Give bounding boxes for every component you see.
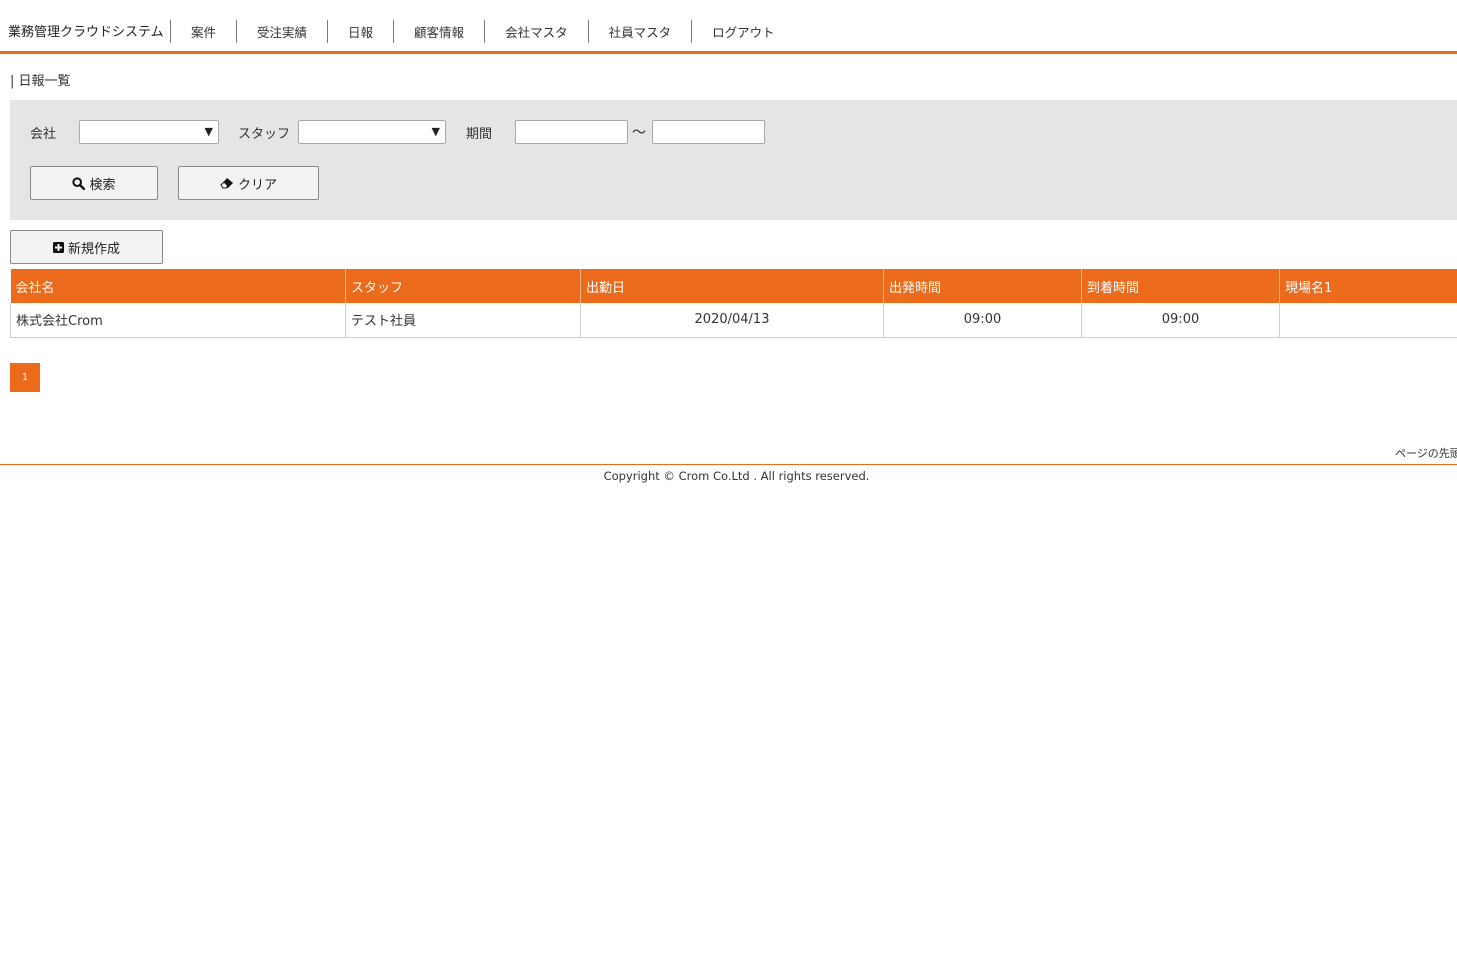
dropdown-arrow-icon: ▼ xyxy=(431,125,440,138)
nav-item-employee-master[interactable]: 社員マスタ xyxy=(587,20,692,43)
col-header-company[interactable]: 会社名 xyxy=(10,269,346,303)
col-header-departure[interactable]: 出発時間 xyxy=(883,269,1082,303)
nav-item-projects[interactable]: 案件 xyxy=(170,20,236,43)
pagination-page-1[interactable]: 1 xyxy=(10,363,40,392)
staff-label: スタッフ xyxy=(238,127,291,142)
cell-company: 株式会社Crom xyxy=(10,303,346,338)
cell-site-name xyxy=(1279,303,1457,338)
nav-item-company-master[interactable]: 会社マスタ xyxy=(484,20,588,43)
col-header-work-date[interactable]: 出勤日 xyxy=(580,269,884,303)
new-create-label: 新規作成 xyxy=(67,241,120,257)
dropdown-arrow-icon: ▼ xyxy=(204,125,213,138)
company-label: 会社 xyxy=(30,127,57,142)
company-select[interactable]: ▼ xyxy=(79,120,219,144)
plus-square-icon xyxy=(52,241,64,253)
nav-item-orders[interactable]: 受注実績 xyxy=(236,20,327,43)
clear-button-label: クリア xyxy=(237,177,277,193)
period-separator: ～ xyxy=(632,125,646,141)
table-header-row: 会社名 スタッフ 出勤日 出発時間 到着時間 現場名1 xyxy=(10,269,1457,303)
cell-arrival: 09:00 xyxy=(1081,303,1280,338)
nav-item-daily-reports[interactable]: 日報 xyxy=(327,20,393,43)
cell-departure: 09:00 xyxy=(883,303,1082,338)
copyright: Copyright © Crom Co.Ltd . All rights res… xyxy=(603,469,870,483)
main-nav: 案件 受注実績 日報 顧客情報 会社マスタ 社員マスタ ログアウト xyxy=(170,20,795,43)
period-to-input[interactable] xyxy=(652,120,765,144)
staff-select[interactable]: ▼ xyxy=(298,120,446,144)
app-title[interactable]: 業務管理クラウドシステム xyxy=(8,21,164,40)
clear-button[interactable]: クリア xyxy=(178,166,319,200)
nav-item-logout[interactable]: ログアウト xyxy=(691,20,795,43)
table-row[interactable]: 株式会社Crom テスト社員 2020/04/13 09:00 09:00 xyxy=(10,303,1457,338)
page-title: | 日報一覧 xyxy=(10,74,71,89)
cell-staff: テスト社員 xyxy=(345,303,581,338)
search-button-label: 検索 xyxy=(89,177,116,193)
col-header-arrival[interactable]: 到着時間 xyxy=(1081,269,1280,303)
eraser-icon xyxy=(220,178,233,189)
daily-report-table: 会社名 スタッフ 出勤日 出発時間 到着時間 現場名1 株式会社Crom テスト… xyxy=(10,269,1457,338)
period-label: 期間 xyxy=(466,127,493,142)
period-from-input[interactable] xyxy=(515,120,628,144)
nav-item-customers[interactable]: 顧客情報 xyxy=(393,20,484,43)
header: 業務管理クラウドシステム 案件 受注実績 日報 顧客情報 会社マスタ 社員マスタ… xyxy=(0,0,1457,54)
page-top-link[interactable]: ページの先頭 xyxy=(1395,445,1457,461)
search-icon xyxy=(72,176,86,190)
cell-work-date: 2020/04/13 xyxy=(580,303,884,338)
footer-divider xyxy=(0,464,1457,465)
new-create-button[interactable]: 新規作成 xyxy=(10,230,163,264)
col-header-staff[interactable]: スタッフ xyxy=(345,269,581,303)
search-button[interactable]: 検索 xyxy=(30,166,158,200)
search-panel: 会社 ▼ スタッフ ▼ 期間 ～ 検索 クリア xyxy=(10,100,1457,220)
col-header-site-name[interactable]: 現場名1 xyxy=(1279,269,1457,303)
